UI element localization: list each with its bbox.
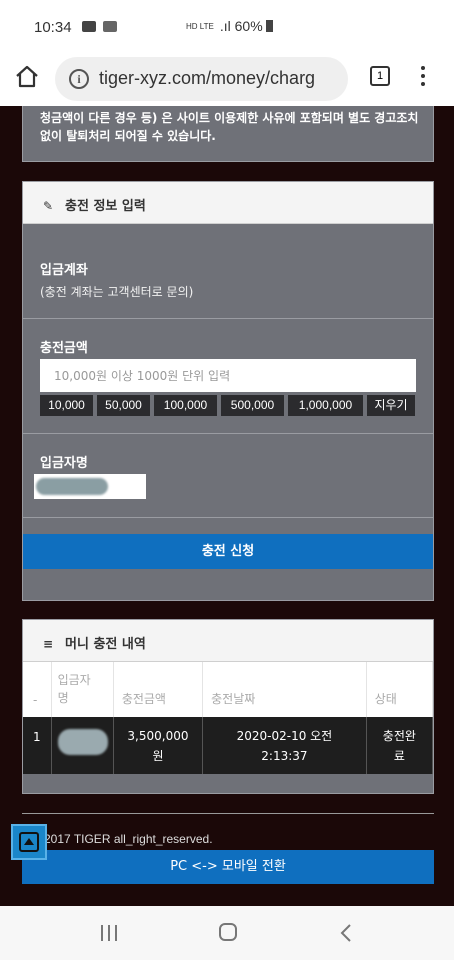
gallery-notification-icon — [103, 21, 117, 32]
battery-percent: 60% — [234, 18, 263, 34]
battery-icon — [265, 20, 273, 32]
column-header: 충전날짜 — [202, 662, 367, 717]
notice-panel: 청금액이 다른 경우 등) 은 사이트 이용제한 사유에 포함되며 별도 경고조… — [22, 106, 434, 162]
pencil-icon: ✎ — [43, 199, 54, 213]
url-text[interactable]: tiger-xyz.com/money/charg — [99, 68, 315, 89]
status-bar: 10:34 HD LTE .ıl 60% — [0, 0, 454, 56]
quick-amount-50000[interactable]: 50,000 — [97, 395, 150, 416]
system-nav-bar — [0, 906, 454, 960]
recent-apps-icon[interactable] — [101, 925, 119, 941]
row-depositor — [51, 717, 114, 774]
scroll-to-top-button[interactable] — [11, 824, 47, 860]
charge-submit-button[interactable]: 충전 신청 — [23, 534, 433, 569]
quick-amount-100000[interactable]: 100,000 — [154, 395, 217, 416]
quick-amount-10000[interactable]: 10,000 — [40, 395, 93, 416]
depositor-field[interactable] — [34, 474, 146, 499]
column-header-text: 입금자명 — [57, 673, 91, 705]
page-content: 청금액이 다른 경우 등) 은 사이트 이용제한 사유에 포함되며 별도 경고조… — [0, 106, 454, 906]
history-header: ≡ 머니 충전 내역 — [23, 620, 433, 662]
pc-mobile-switch-button[interactable]: PC <-> 모바일 전환 — [22, 850, 434, 884]
column-header: 입금자명 — [51, 662, 114, 717]
charge-form-title: 충전 정보 입력 — [65, 199, 146, 214]
row-date: 2020-02-10 오전 2:13:37 — [202, 717, 367, 774]
browser-toolbar: i tiger-xyz.com/money/charg 1 — [0, 56, 454, 106]
clear-amount-button[interactable]: 지우기 — [367, 395, 415, 416]
info-icon[interactable]: i — [69, 69, 89, 89]
youtube-notification-icon — [82, 21, 96, 32]
amount-input[interactable] — [40, 359, 416, 392]
history-title: 머니 충전 내역 — [65, 637, 146, 652]
status-time: 10:34 — [34, 19, 72, 36]
redacted-name — [36, 478, 108, 495]
quick-amount-1000000[interactable]: 1,000,000 — [288, 395, 363, 416]
footer-divider — [22, 813, 434, 814]
table-row: 1 3,500,000원 2020-02-10 오전 2:13:37 충전완료 — [23, 717, 434, 774]
row-amount: 3,500,000원 — [113, 717, 204, 774]
home-button-icon[interactable] — [219, 923, 237, 941]
table-header-row: - 입금자명 충전금액 충전날짜 상태 — [23, 662, 434, 717]
column-header: 상태 — [366, 662, 434, 717]
tab-switcher-button[interactable]: 1 — [370, 66, 390, 86]
quick-amount-500000[interactable]: 500,000 — [221, 395, 284, 416]
row-status: 충전완료 — [366, 717, 434, 774]
history-table: - 입금자명 충전금액 충전날짜 상태 1 3,500,000원 2020-02… — [23, 662, 434, 774]
column-header: - — [23, 662, 52, 717]
amount-section: 충전금액 10,000 50,000 100,000 500,000 1,000… — [23, 319, 433, 434]
arrow-up-icon — [19, 832, 39, 852]
history-panel: ≡ 머니 충전 내역 - 입금자명 충전금액 충전날짜 상태 1 3,500,00… — [22, 619, 434, 794]
address-bar[interactable]: i tiger-xyz.com/money/charg — [55, 57, 348, 101]
copyright-text: 2017 TIGER all_right_reserved. — [44, 832, 213, 846]
notice-text: 청금액이 다른 경우 등) 은 사이트 이용제한 사유에 포함되며 별도 경고조… — [40, 111, 419, 143]
column-header: 충전금액 — [113, 662, 204, 717]
back-icon[interactable] — [340, 923, 352, 943]
status-right: HD LTE .ıl 60% — [186, 18, 273, 34]
list-icon: ≡ — [43, 637, 54, 651]
account-section: 입금계좌 (충전 계좌는 고객센터로 문의) — [23, 224, 433, 319]
redacted-name — [57, 729, 108, 755]
account-label: 입금계좌 — [40, 263, 88, 278]
home-icon[interactable] — [14, 64, 40, 90]
charge-form-header: ✎ 충전 정보 입력 — [23, 182, 433, 224]
account-note: (충전 계좌는 고객센터로 문의) — [40, 285, 194, 299]
signal-icon: .ıl — [219, 18, 235, 34]
network-type: HD LTE — [186, 22, 214, 32]
depositor-section: 입금자명 — [23, 434, 433, 518]
depositor-label: 입금자명 — [40, 456, 88, 471]
more-menu-icon[interactable] — [421, 66, 427, 88]
charge-form-panel: ✎ 충전 정보 입력 입금계좌 (충전 계좌는 고객센터로 문의) 충전금액 10… — [22, 181, 434, 601]
amount-label: 충전금액 — [40, 341, 88, 356]
row-number: 1 — [23, 717, 52, 774]
